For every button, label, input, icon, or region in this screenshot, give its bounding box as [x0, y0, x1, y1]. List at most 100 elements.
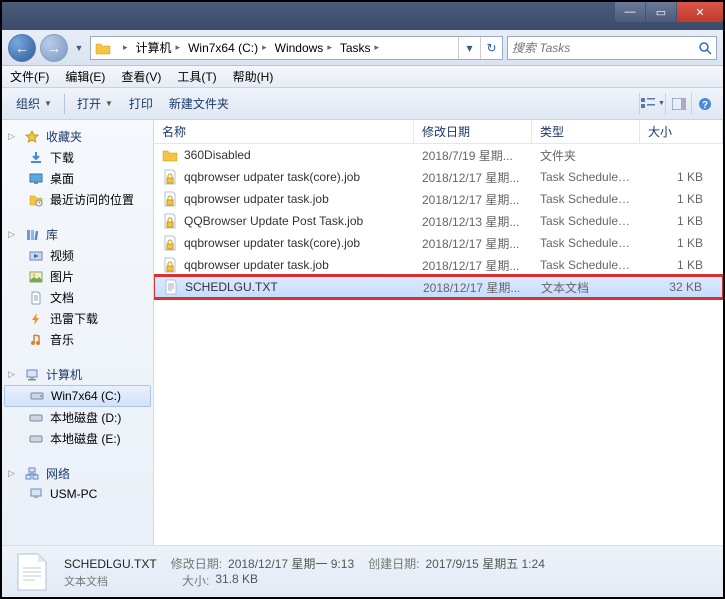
- organize-button[interactable]: 组织▼: [8, 92, 60, 115]
- libraries-header[interactable]: ▷ 库: [2, 224, 153, 245]
- sidebar-item-drive-c[interactable]: Win7x64 (C:): [4, 385, 151, 407]
- recent-icon: [28, 192, 44, 208]
- file-list[interactable]: 360Disabled2018/7/19 星期...文件夹qqbrowser u…: [154, 144, 723, 545]
- menu-help[interactable]: 帮助(H): [225, 68, 282, 85]
- breadcrumb-sep-root[interactable]: ▸: [115, 37, 132, 59]
- file-type: Task Scheduler ...: [532, 192, 640, 206]
- sidebar-item-videos[interactable]: 视频: [2, 245, 153, 266]
- file-type: Task Scheduler ...: [532, 258, 640, 272]
- sidebar-item-drive-e[interactable]: 本地磁盘 (E:): [2, 428, 153, 449]
- file-row[interactable]: 360Disabled2018/7/19 星期...文件夹: [154, 144, 723, 166]
- file-row[interactable]: SCHEDLGU.TXT2018/12/17 星期...文本文档32 KB: [154, 276, 723, 298]
- sidebar-item-music[interactable]: 音乐: [2, 329, 153, 350]
- file-row[interactable]: qqbrowser updater task(core).job2018/12/…: [154, 232, 723, 254]
- column-name[interactable]: 名称: [154, 120, 414, 143]
- sidebar-item-documents[interactable]: 文档: [2, 287, 153, 308]
- desktop-icon: [28, 171, 44, 187]
- file-row[interactable]: QQBrowser Update Post Task.job2018/12/13…: [154, 210, 723, 232]
- search-icon[interactable]: [694, 41, 716, 55]
- nav-history-dropdown[interactable]: ▼: [72, 38, 86, 58]
- sidebar-item-downloads[interactable]: 下载: [2, 147, 153, 168]
- nav-row: ← → ▼ ▸ 计算机▸ Win7x64 (C:)▸ Windows▸ Task…: [2, 30, 723, 66]
- file-name: QQBrowser Update Post Task.job: [184, 214, 363, 228]
- details-text: SCHEDLGU.TXT 修改日期: 2018/12/17 星期一 9:13 创…: [64, 555, 545, 589]
- address-bar[interactable]: ▸ 计算机▸ Win7x64 (C:)▸ Windows▸ Tasks▸ ▾ ↻: [90, 36, 503, 60]
- new-folder-button[interactable]: 新建文件夹: [161, 92, 237, 115]
- sidebar-item-usm-pc[interactable]: USM-PC: [2, 484, 153, 504]
- file-size: 1 KB: [640, 236, 723, 250]
- file-row[interactable]: qqbrowser udpater task(core).job2018/12/…: [154, 166, 723, 188]
- menu-view[interactable]: 查看(V): [113, 68, 169, 85]
- file-row[interactable]: qqbrowser udpater task.job2018/12/17 星期.…: [154, 188, 723, 210]
- file-name: qqbrowser udpater task(core).job: [184, 170, 360, 184]
- toolbar-separator: [64, 94, 65, 114]
- sidebar-item-pictures[interactable]: 图片: [2, 266, 153, 287]
- details-filetype: 文本文档: [64, 573, 108, 589]
- thunder-icon: [28, 311, 44, 327]
- folder-icon: [93, 39, 113, 57]
- column-date[interactable]: 修改日期: [414, 120, 532, 143]
- body: ▷ 收藏夹 下载 桌面 最近访问的位置 ▷ 库 视频 图片 文档: [2, 120, 723, 545]
- favorites-header[interactable]: ▷ 收藏夹: [2, 126, 153, 147]
- sidebar-item-drive-d[interactable]: 本地磁盘 (D:): [2, 407, 153, 428]
- details-pane: SCHEDLGU.TXT 修改日期: 2018/12/17 星期一 9:13 创…: [2, 545, 723, 597]
- breadcrumb-windows[interactable]: Windows▸: [271, 37, 336, 59]
- music-icon: [28, 332, 44, 348]
- computer-group: ▷ 计算机 Win7x64 (C:) 本地磁盘 (D:) 本地磁盘 (E:): [2, 364, 153, 449]
- libraries-group: ▷ 库 视频 图片 文档 迅雷下载 音乐: [2, 224, 153, 350]
- column-size[interactable]: 大小: [640, 120, 723, 143]
- libraries-icon: [24, 227, 40, 243]
- search-input[interactable]: [508, 41, 694, 55]
- file-date: 2018/12/17 星期...: [414, 191, 532, 208]
- maximize-button[interactable]: ▭: [646, 2, 676, 22]
- sidebar-item-recent[interactable]: 最近访问的位置: [2, 189, 153, 210]
- minimize-button[interactable]: —: [615, 2, 645, 22]
- breadcrumb-tasks[interactable]: Tasks▸: [336, 37, 383, 59]
- network-group: ▷ 网络 USM-PC: [2, 463, 153, 504]
- disk-icon: [28, 431, 44, 447]
- breadcrumb-computer[interactable]: 计算机▸: [132, 37, 185, 59]
- job-lock-icon: [162, 191, 178, 207]
- search-box[interactable]: [507, 36, 717, 60]
- computer-icon: [24, 367, 40, 383]
- sidebar-item-thunder[interactable]: 迅雷下载: [2, 308, 153, 329]
- pc-icon: [28, 486, 44, 502]
- expand-icon: ▷: [8, 468, 18, 479]
- address-dropdown-icon[interactable]: ▾: [458, 37, 480, 59]
- column-type[interactable]: 类型: [532, 120, 640, 143]
- job-lock-icon: [162, 235, 178, 251]
- file-type-icon: [12, 552, 52, 592]
- file-size: 1 KB: [640, 192, 723, 206]
- job-lock-icon: [162, 213, 178, 229]
- picture-icon: [28, 269, 44, 285]
- details-filename: SCHEDLGU.TXT: [64, 557, 157, 571]
- navigation-pane[interactable]: ▷ 收藏夹 下载 桌面 最近访问的位置 ▷ 库 视频 图片 文档: [2, 120, 154, 545]
- expand-icon: ▷: [8, 229, 18, 240]
- refresh-button[interactable]: ↻: [480, 37, 502, 59]
- close-button[interactable]: ✕: [677, 2, 723, 22]
- print-button[interactable]: 打印: [121, 92, 161, 115]
- help-button[interactable]: ?: [691, 93, 717, 115]
- forward-button[interactable]: →: [40, 34, 68, 62]
- favorites-group: ▷ 收藏夹 下载 桌面 最近访问的位置: [2, 126, 153, 210]
- sidebar-item-desktop[interactable]: 桌面: [2, 168, 153, 189]
- breadcrumb-drive[interactable]: Win7x64 (C:)▸: [184, 37, 271, 59]
- back-button[interactable]: ←: [8, 34, 36, 62]
- explorer-window: — ▭ ✕ ← → ▼ ▸ 计算机▸ Win7x64 (C:)▸ Windows…: [0, 0, 725, 599]
- computer-header[interactable]: ▷ 计算机: [2, 364, 153, 385]
- view-mode-button[interactable]: ▼: [639, 93, 665, 115]
- preview-pane-button[interactable]: [665, 93, 691, 115]
- network-icon: [24, 466, 40, 482]
- network-header[interactable]: ▷ 网络: [2, 463, 153, 484]
- expand-icon: ▷: [8, 131, 18, 142]
- open-button[interactable]: 打开▼: [69, 92, 121, 115]
- file-type: 文本文档: [533, 279, 641, 296]
- file-date: 2018/12/17 星期...: [414, 257, 532, 274]
- download-icon: [28, 150, 44, 166]
- file-row[interactable]: qqbrowser updater task.job2018/12/17 星期.…: [154, 254, 723, 276]
- file-type: Task Scheduler ...: [532, 214, 640, 228]
- menu-tools[interactable]: 工具(T): [169, 68, 224, 85]
- menu-edit[interactable]: 编辑(E): [57, 68, 113, 85]
- menu-file[interactable]: 文件(F): [2, 68, 57, 85]
- folder-icon: [162, 147, 178, 163]
